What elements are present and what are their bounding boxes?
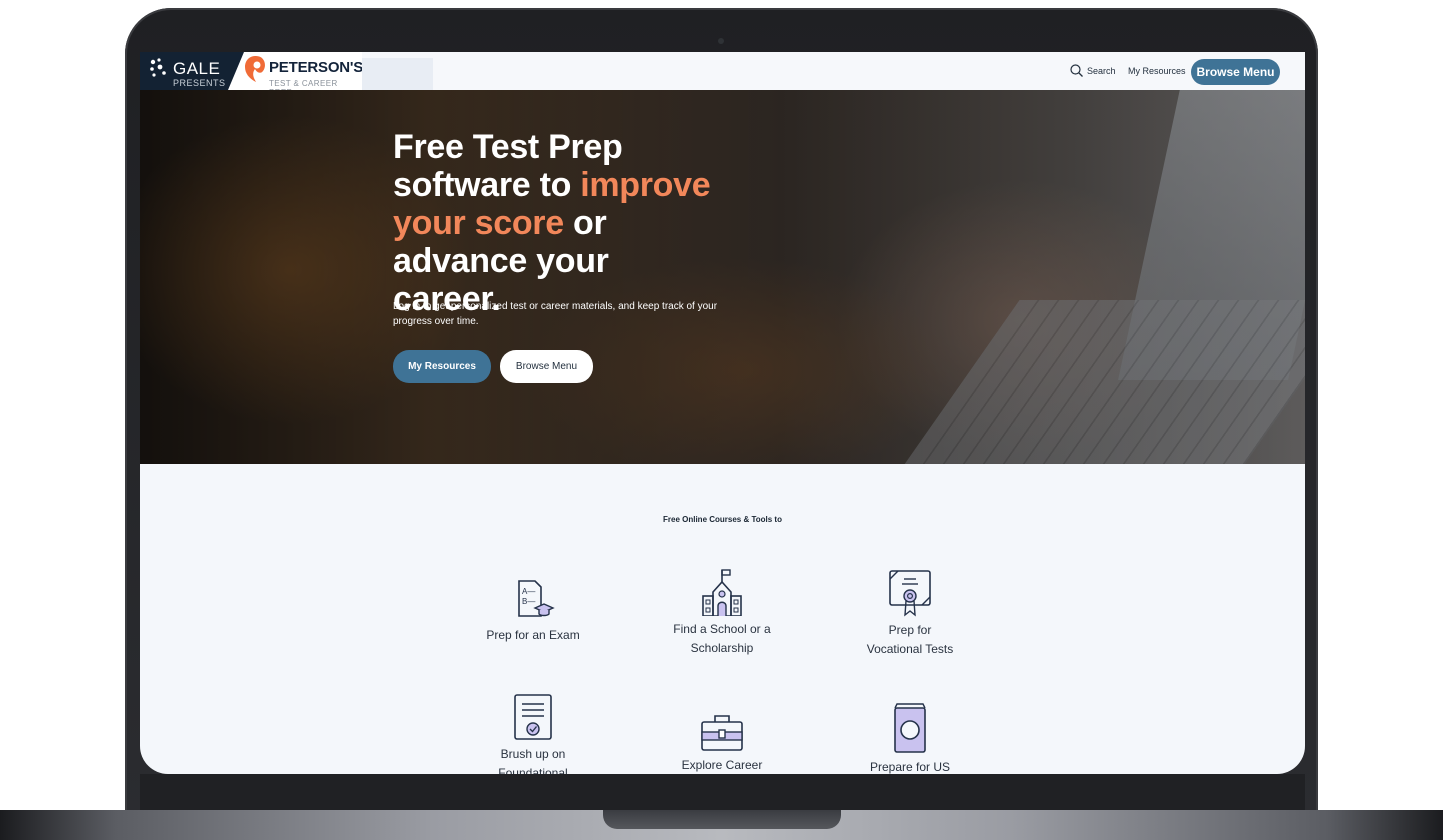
tile-foundational[interactable]: Brush up on Foundational <box>463 693 603 774</box>
passport-icon <box>894 703 926 753</box>
camera-dot <box>718 38 724 44</box>
tile-label: Prepare for US <box>869 760 951 774</box>
hero-title: Free Test Prep software to improve your … <box>393 128 723 318</box>
search-label: Search <box>1087 65 1116 76</box>
school-icon <box>702 569 742 616</box>
search-button[interactable]: Search <box>1070 64 1116 77</box>
courses-heading: Free Online Courses & Tools to <box>663 515 782 524</box>
petersons-wordmark: PETERSON'S <box>269 59 364 76</box>
tile-label: Prep for Vocational Tests <box>866 623 954 656</box>
exam-icon: A— B— <box>518 580 555 617</box>
tile-label: Brush up on Foundational <box>498 747 568 774</box>
gale-logo[interactable]: GALE PRESENTS <box>140 52 244 90</box>
svg-text:A—: A— <box>522 587 535 596</box>
hero-description: Log in to get personalized test or caree… <box>393 301 718 327</box>
briefcase-icon <box>701 715 743 751</box>
gale-mark-icon <box>150 58 166 77</box>
partner-logo-placeholder <box>362 58 433 90</box>
logo-divider <box>228 52 244 90</box>
my-resources-button[interactable]: My Resources <box>393 350 491 383</box>
browse-menu-secondary-button[interactable]: Browse Menu <box>500 350 593 383</box>
tile-find-school[interactable]: Find a School or a Scholarship <box>652 568 792 658</box>
gale-subtitle: PRESENTS <box>173 78 226 88</box>
certificate-icon <box>889 570 931 617</box>
hero-banner: Free Test Prep software to improve your … <box>140 90 1305 464</box>
petersons-flame-icon <box>245 56 265 82</box>
tile-label: Find a School or a Scholarship <box>673 622 771 655</box>
browser-screen: GALE PRESENTS PETERSON'S TEST & CAREER P… <box>140 52 1305 774</box>
tile-label: Explore Career <box>681 758 763 772</box>
tile-vocational[interactable]: Prep for Vocational Tests <box>840 569 980 659</box>
petersons-logo[interactable]: PETERSON'S TEST & CAREER PREP <box>244 52 364 97</box>
tile-prep-exam[interactable]: A— B— Prep for an Exam <box>463 578 603 645</box>
my-resources-link[interactable]: My Resources <box>1128 66 1186 76</box>
tile-label: Prep for an Exam <box>486 628 580 642</box>
gale-wordmark: GALE <box>173 59 221 78</box>
document-check-icon <box>514 694 552 740</box>
site-header: GALE PRESENTS PETERSON'S TEST & CAREER P… <box>140 52 1305 97</box>
search-icon <box>1070 64 1083 77</box>
tile-explore-career[interactable]: Explore Career <box>652 712 792 774</box>
laptop-bezel <box>140 774 1305 814</box>
svg-text:B—: B— <box>522 597 535 606</box>
tile-prepare-us[interactable]: Prepare for US <box>840 702 980 774</box>
browse-menu-button[interactable]: Browse Menu <box>1191 59 1280 85</box>
laptop-notch <box>603 810 841 829</box>
